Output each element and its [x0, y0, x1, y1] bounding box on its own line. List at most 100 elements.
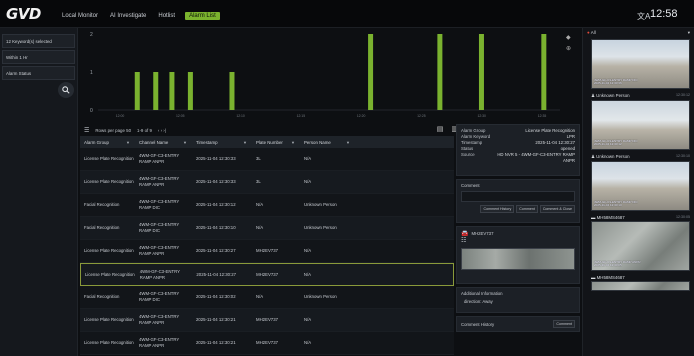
plate-card: 🚘 MH2EV737 ☷ — [456, 226, 580, 284]
search-button[interactable] — [58, 82, 74, 98]
col-plate-number[interactable]: Plate Number ▼ — [252, 140, 300, 145]
plate-title: MH2EV737 — [471, 231, 494, 236]
feed-card-label: ♟ Unknown Person 12:30:10 — [591, 153, 690, 161]
cell-channel-name: 4WM-GF-C3-ENTRY RAMP ANPR — [139, 153, 180, 164]
table-row[interactable]: Facial Recognition 4WM-GF-C3-ENTRY RAMP D… — [80, 217, 454, 240]
filter-icon[interactable]: ▼ — [126, 140, 130, 145]
car-icon: 🚘 — [461, 231, 469, 237]
export-icon[interactable]: ▤ — [437, 125, 444, 133]
rows-per-page[interactable]: Rows per page 50 — [95, 128, 131, 133]
col-timestamp[interactable]: Timestamp ▼ — [192, 140, 252, 145]
feed-list: 4WM-GF-C3-ENTRY RAMP DIC 2025-11-04 12:30… — [583, 39, 694, 291]
keyword-filter[interactable]: 12 Keyword(s) selected — [2, 34, 75, 48]
x-tick-label: 12:25 — [417, 114, 426, 118]
language-icon[interactable]: 文A — [637, 11, 650, 22]
comment-history-card: Comment History Comment — [456, 316, 580, 332]
nav-hotlist[interactable]: Hotlist — [156, 12, 177, 20]
cell-person-name: N/A — [304, 340, 312, 345]
cell-plate-number: MH2EV737 — [256, 248, 278, 253]
pagination-controls[interactable]: ‹ › ›| — [158, 128, 166, 133]
plate-image[interactable] — [461, 248, 575, 270]
table-row[interactable]: License Plate Recognition 4WM-GF-C3-ENTRY… — [80, 171, 454, 194]
feed-snapshot[interactable]: 4WM-GF-C3-ENTRY RAMP ANPR 2025-11-04 12:3… — [591, 221, 690, 271]
cell-person-name: Unknown Person — [304, 202, 337, 207]
feed-card[interactable]: 4WM-GF-C3-ENTRY RAMP DIC 2025-11-04 12:30… — [591, 39, 690, 89]
zoom-icon[interactable]: ⊕ — [566, 45, 571, 52]
chart-bar[interactable] — [368, 34, 374, 110]
chart-bar[interactable] — [437, 34, 443, 110]
cell-alarm-group: License Plate Recognition — [84, 248, 134, 253]
cell-timestamp: 2025-11-04 12:30:33 — [196, 179, 236, 184]
chart-bar[interactable] — [541, 34, 547, 110]
chart-bar[interactable] — [478, 34, 484, 110]
col-channel-name[interactable]: Channel Name ▼ — [135, 140, 192, 145]
chart-bar[interactable] — [169, 72, 175, 110]
nav-local-monitor[interactable]: Local Monitor — [60, 12, 100, 20]
chart-bar[interactable] — [134, 72, 140, 110]
table-row[interactable]: License Plate Recognition 4WM-GF-C3-ENTRY… — [80, 240, 454, 263]
feed-snapshot[interactable]: 4WM-GF-C3-ENTRY RAMP DIC 2025-11-04 12:30… — [591, 39, 690, 89]
x-tick-label: 12:00 — [116, 114, 125, 118]
feed-card[interactable]: ▬ MH58MS4687 12:30:05 4WM-GF-C3-ENTRY RAMP… — [591, 214, 690, 271]
comment-input[interactable] — [461, 191, 575, 202]
feed-caption: 4WM-GF-C3-ENTRY RAMP DIC 2025-11-04 12:30… — [594, 139, 638, 147]
y-tick-label: 2 — [90, 32, 93, 38]
cell-person-name: N/A — [304, 248, 312, 253]
feed-card-time: 12:30:10 — [676, 154, 690, 158]
table-row[interactable]: Facial Recognition 4WM-GF-C3-ENTRY RAMP D… — [80, 286, 454, 309]
comment-button[interactable]: Comment — [516, 205, 538, 213]
comment-close-button[interactable]: Comment & Close — [539, 205, 575, 213]
feed-card[interactable]: ♟ Unknown Person 12:30:12 4WM-GF-C3-ENTRY … — [591, 92, 690, 150]
expand-icon[interactable]: ▾ — [688, 30, 690, 35]
feed-card-name: Unknown Person — [596, 154, 630, 159]
cell-channel-name: 4WM-GF-C3-ENTRY RAMP ANPR — [139, 314, 180, 325]
alarm-status-filter[interactable]: Alarm Status — [2, 66, 75, 80]
cell-plate-number: N/A — [256, 202, 264, 207]
direction-text: direction: Away — [464, 299, 493, 304]
chart-controls: ◆ ⊕ — [566, 34, 571, 52]
feed-card[interactable]: ▬ MH58MS4687 — [591, 274, 690, 291]
nav-alarm-list[interactable]: Alarm List — [185, 12, 220, 20]
pin-icon[interactable]: ◆ — [566, 34, 571, 41]
table-row[interactable]: Facial Recognition 4WM-GF-C3-ENTRY RAMP D… — [80, 194, 454, 217]
table-row[interactable]: License Plate Recognition 4WM-GF-C3-ENTRY… — [80, 148, 454, 171]
feed-snapshot[interactable]: 4WM-GF-C3-ENTRY RAMP DIC 2025-11-04 12:30… — [591, 161, 690, 211]
alarm-detail-panel: Alarm Group License Plate Recognition Ala… — [456, 124, 580, 356]
filter-icon[interactable]: ▼ — [243, 140, 247, 145]
feed-snapshot[interactable]: 4WM-GF-C3-ENTRY RAMP DIC 2025-11-04 12:30… — [591, 100, 690, 150]
chart-bar[interactable] — [229, 72, 235, 110]
filter-icon[interactable]: ▼ — [291, 140, 295, 145]
cell-plate-number: MH2EV737 — [256, 271, 279, 277]
filter-icon[interactable]: ▼ — [183, 140, 187, 145]
main-nav: Local Monitor AI Investigate Hotlist Ala… — [60, 12, 220, 20]
feed-card[interactable]: ♟ Unknown Person 12:30:10 4WM-GF-C3-ENTRY … — [591, 153, 690, 211]
feed-filter[interactable]: All — [591, 30, 596, 35]
col-alarm-group[interactable]: Alarm Group ▼ — [80, 140, 135, 145]
chart-bar[interactable] — [153, 72, 159, 110]
nav-ai-investigate[interactable]: AI Investigate — [108, 12, 148, 20]
feed-snapshot[interactable] — [591, 281, 690, 291]
feed-caption-time: 2025-11-04 12:30:10 — [594, 203, 622, 208]
cell-plate-number: MH2EV737 — [256, 340, 278, 345]
cell-channel-name: 4WM-GF-C3-ENTRY RAMP DIC — [139, 222, 180, 233]
comment-history-button[interactable]: Comment History — [480, 205, 515, 213]
table-row[interactable]: License Plate Recognition 4WM-GF-C3-ENTRY… — [80, 263, 454, 286]
feed-caption-time: 2025-11-04 12:30:05 — [594, 263, 622, 268]
time-range-filter[interactable]: Within 1 Hr — [2, 50, 75, 64]
chart-svg: 2 1 0 12:00 12:05 12:10 12:15 12:20 12:25 12:30 12… — [90, 32, 560, 118]
col-person-name[interactable]: Person Name ▼ — [300, 140, 454, 145]
chart-bar[interactable] — [187, 72, 193, 110]
table-row[interactable]: License Plate Recognition 4WM-GF-C3-ENTRY… — [80, 309, 454, 332]
additional-info-card: Additional Information direction: Away — [456, 287, 580, 313]
grid-icon[interactable]: ☰ — [84, 127, 89, 134]
feed-card-label: ▬ MH58MS4687 12:30:05 — [591, 214, 690, 221]
table-tools: ▤ ▥ — [437, 125, 458, 133]
list-icon[interactable]: ☷ — [461, 237, 575, 244]
table-row[interactable]: License Plate Recognition 4WM-GF-C3-ENTRY… — [80, 332, 454, 355]
cell-plate-number: N/A — [256, 294, 264, 299]
cell-timestamp: 2025-11-04 12:30:27 — [196, 248, 236, 253]
filter-icon[interactable]: ▼ — [346, 140, 350, 145]
feed-caption: 4WM-GF-C3-ENTRY RAMP DIC 2025-11-04 12:30… — [594, 200, 638, 208]
feed-header: ● All ▾ — [583, 28, 694, 37]
comment-button-2[interactable]: Comment — [553, 320, 575, 328]
